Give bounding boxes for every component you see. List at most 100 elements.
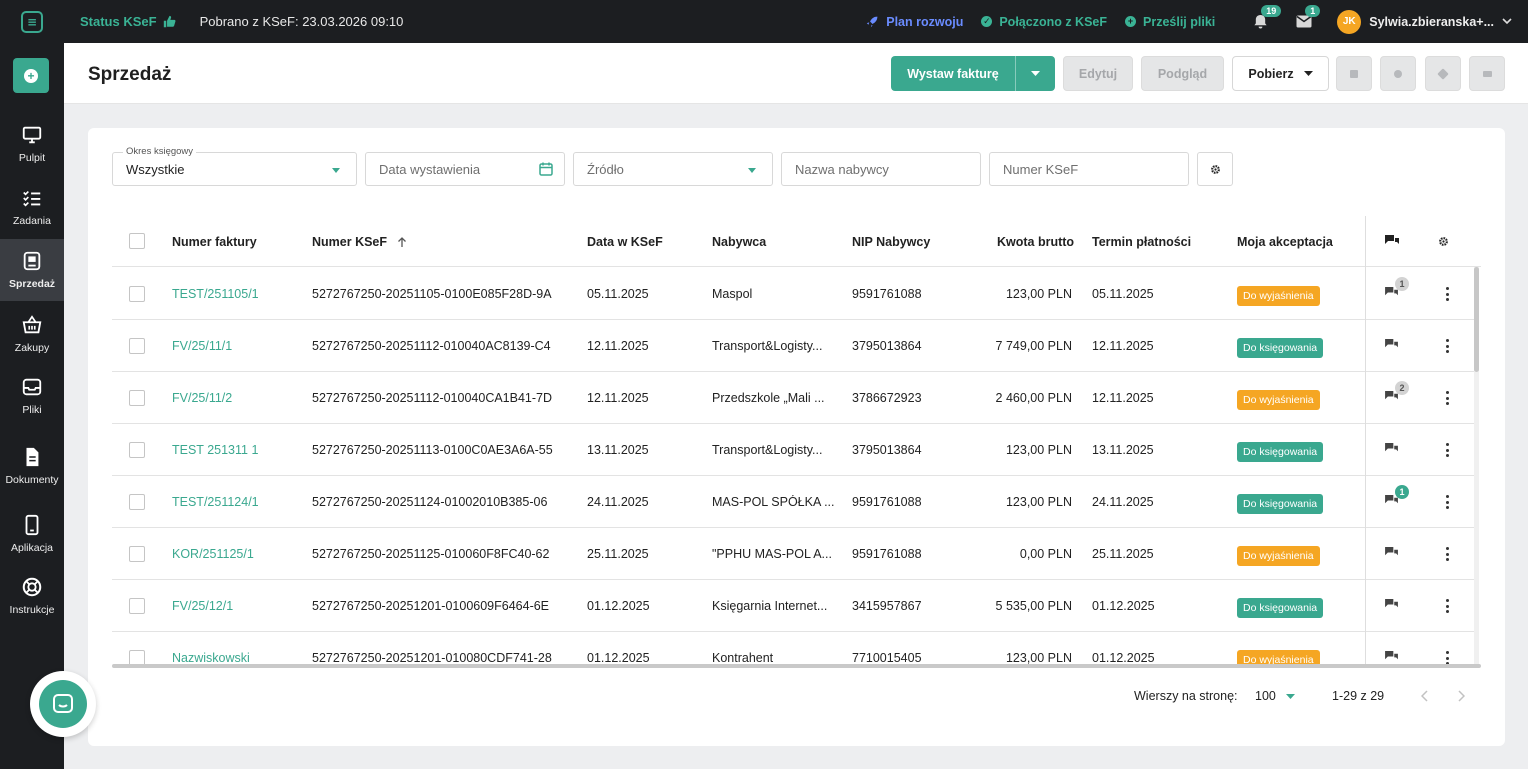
row-checkbox[interactable] — [129, 546, 145, 562]
invoice-number-link[interactable]: TEST 251311 1 — [172, 443, 258, 457]
chat-launcher[interactable] — [39, 680, 87, 728]
sidebar-item-zadania[interactable]: Zadania — [0, 176, 64, 238]
invoice-number-link[interactable]: FV/25/11/2 — [172, 391, 232, 405]
sidebar-item-instrukcje[interactable]: Instrukcje — [0, 565, 64, 627]
invoice-number-link[interactable]: FV/25/12/1 — [172, 599, 233, 613]
filter-settings-button[interactable] — [1197, 152, 1233, 186]
acceptance-status-badge[interactable]: Do wyjaśnienia — [1237, 286, 1320, 306]
table-row[interactable]: FV/25/11/1 5272767250-20251112-010040AC81… — [112, 320, 1474, 372]
vertical-scrollbar-thumb[interactable] — [1474, 267, 1479, 372]
row-checkbox[interactable] — [129, 494, 145, 510]
row-checkbox[interactable] — [129, 390, 145, 406]
period-select[interactable]: Okres księgowy Wszystkie — [112, 146, 357, 186]
upload-files-link[interactable]: + Prześlij pliki — [1125, 15, 1215, 29]
table-row[interactable]: KOR/251125/1 5272767250-20251125-010060F8… — [112, 528, 1474, 580]
ksef-connection-status[interactable]: ✓ Połączono z KSeF — [981, 15, 1107, 29]
notifications-button[interactable]: 19 — [1243, 0, 1282, 43]
sidebar-item-sprzedaz[interactable]: Sprzedaż — [0, 239, 64, 301]
sidebar-item-dokumenty[interactable]: Dokumenty — [0, 435, 64, 497]
rows-per-page-select[interactable]: 100 — [1255, 689, 1295, 703]
row-more-menu-icon[interactable] — [1445, 599, 1449, 613]
sidebar-item-pliki[interactable]: Pliki — [0, 365, 64, 427]
preview-button[interactable]: Podgląd — [1141, 56, 1224, 91]
app-logo[interactable]: ≡ — [0, 0, 64, 43]
next-page-icon[interactable] — [1457, 690, 1465, 702]
acceptance-status-badge[interactable]: Do wyjaśnienia — [1237, 546, 1320, 566]
buyer-name-field[interactable]: Nazwa nabywcy — [781, 152, 981, 186]
send-button[interactable] — [1425, 56, 1461, 91]
acceptance-status-badge[interactable]: Do księgowania — [1237, 598, 1324, 618]
prev-page-icon[interactable] — [1421, 690, 1429, 702]
download-button[interactable]: Pobierz — [1232, 56, 1329, 91]
column-header[interactable]: NIP Nabywcy — [852, 235, 930, 249]
horizontal-scrollbar[interactable] — [112, 664, 1481, 668]
table-row[interactable]: TEST/251124/1 5272767250-20251124-0100201… — [112, 476, 1474, 528]
row-more-menu-icon[interactable] — [1445, 391, 1449, 405]
row-comments-button[interactable] — [1385, 651, 1399, 663]
row-checkbox[interactable] — [129, 598, 145, 614]
support-chat-button[interactable] — [30, 671, 96, 737]
message-button[interactable] — [1469, 56, 1505, 91]
table-row[interactable]: TEST/251105/1 5272767250-20251105-0100E08… — [112, 268, 1474, 320]
column-header[interactable]: Nabywca — [712, 235, 766, 249]
messages-button[interactable]: 1 — [1287, 0, 1321, 43]
settings-gear-icon[interactable] — [1438, 236, 1449, 247]
delete-button[interactable] — [1336, 56, 1372, 91]
column-header[interactable]: Termin płatności — [1092, 235, 1191, 249]
settings-action-button[interactable] — [1380, 56, 1416, 91]
row-checkbox[interactable] — [129, 286, 145, 302]
row-comments-button[interactable] — [1385, 547, 1399, 559]
column-header[interactable]: Numer KSeF — [312, 235, 407, 249]
row-comments-button[interactable]: 1 — [1385, 485, 1409, 507]
quick-add-button[interactable]: + — [13, 58, 49, 93]
source-select[interactable]: Źródło — [573, 152, 773, 186]
plan-link[interactable]: Plan rozwoju — [866, 15, 963, 29]
table-row[interactable]: TEST 251311 1 5272767250-20251113-0100C0A… — [112, 424, 1474, 476]
sidebar-item-aplikacja[interactable]: Aplikacja — [0, 503, 64, 565]
row-more-menu-icon[interactable] — [1445, 287, 1449, 301]
row-more-menu-icon[interactable] — [1445, 495, 1449, 509]
row-comments-button[interactable] — [1385, 339, 1399, 351]
issue-invoice-dropdown[interactable] — [1015, 56, 1055, 91]
vertical-scrollbar[interactable] — [1474, 267, 1479, 664]
row-checkbox[interactable] — [129, 442, 145, 458]
user-name: Sylwia.zbieranska+... — [1369, 14, 1494, 29]
acceptance-status-badge[interactable]: Do wyjaśnienia — [1237, 390, 1320, 410]
issue-invoice-button[interactable]: Wystaw fakturę — [891, 56, 1055, 91]
invoice-number-link[interactable]: FV/25/11/1 — [172, 339, 232, 353]
acceptance-status-badge[interactable]: Do księgowania — [1237, 494, 1324, 514]
invoice-number-link[interactable]: TEST/251124/1 — [172, 495, 259, 509]
caret-down-icon — [1031, 71, 1040, 76]
select-all-checkbox[interactable] — [129, 233, 145, 249]
row-more-menu-icon[interactable] — [1445, 339, 1449, 353]
column-header[interactable]: Kwota brutto — [997, 235, 1074, 249]
row-comments-button[interactable] — [1385, 599, 1399, 611]
row-more-menu-icon[interactable] — [1445, 651, 1449, 665]
row-comments-button[interactable]: 2 — [1385, 381, 1409, 403]
user-menu[interactable]: JK Sylwia.zbieranska+... — [1337, 9, 1512, 34]
ksef-status[interactable]: Status KSeF — [80, 14, 176, 29]
row-more-menu-icon[interactable] — [1445, 443, 1449, 457]
invoice-number-link[interactable]: Nazwiskowski — [172, 651, 250, 665]
sidebar: + Pulpit Zadania Sprzedaż Zakupy Pliki D… — [0, 43, 64, 769]
column-header[interactable]: Numer faktury — [172, 235, 257, 249]
row-checkbox[interactable] — [129, 338, 145, 354]
table-row[interactable]: FV/25/11/2 5272767250-20251112-010040CA1B… — [112, 372, 1474, 424]
row-more-menu-icon[interactable] — [1445, 547, 1449, 561]
acceptance-status-badge[interactable]: Do księgowania — [1237, 442, 1324, 462]
invoice-number-link[interactable]: KOR/251125/1 — [172, 547, 254, 561]
invoice-number-link[interactable]: TEST/251105/1 — [172, 287, 259, 301]
comments-icon[interactable] — [1385, 235, 1399, 247]
issue-date-field[interactable]: Data wystawienia — [365, 152, 565, 186]
row-comments-button[interactable] — [1385, 443, 1399, 455]
edit-button[interactable]: Edytuj — [1063, 56, 1133, 91]
column-header[interactable]: Moja akceptacja — [1237, 235, 1333, 249]
table-row[interactable]: FV/25/12/1 5272767250-20251201-0100609F64… — [112, 580, 1474, 632]
sidebar-item-zakupy[interactable]: Zakupy — [0, 303, 64, 365]
acceptance-status-badge[interactable]: Do księgowania — [1237, 338, 1324, 358]
column-header[interactable]: Data w KSeF — [587, 235, 663, 249]
row-comments-button[interactable]: 1 — [1385, 277, 1409, 299]
ksef-number-field[interactable]: Numer KSeF — [989, 152, 1189, 186]
sidebar-item-pulpit[interactable]: Pulpit — [0, 113, 64, 175]
table-row[interactable]: Nazwiskowski 5272767250-20251201-010080CD… — [112, 632, 1474, 668]
